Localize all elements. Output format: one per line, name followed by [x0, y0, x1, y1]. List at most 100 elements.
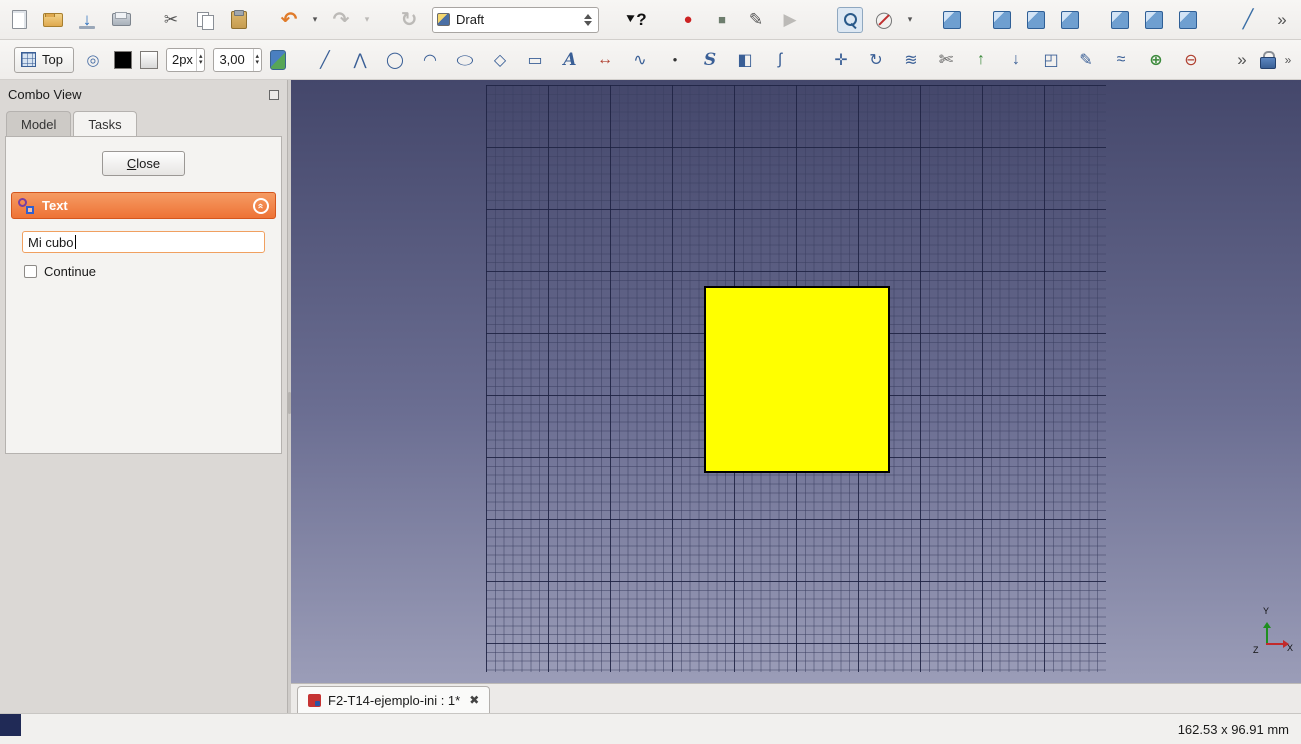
- draft-downgrade-icon[interactable]: ↓: [1003, 47, 1029, 73]
- lock-toolbar-icon[interactable]: [1255, 47, 1281, 73]
- line-width-spinbox[interactable]: 2px ▴ ▾: [165, 47, 206, 72]
- draft-circle-icon[interactable]: ◯: [382, 47, 408, 73]
- tab-tasks[interactable]: Tasks: [73, 111, 137, 136]
- collapse-icon[interactable]: «: [253, 197, 269, 214]
- view-axonometric-icon[interactable]: [939, 7, 965, 33]
- draft-bspline-icon[interactable]: ∿: [627, 47, 653, 73]
- draft-upgrade-icon[interactable]: ↑: [968, 47, 994, 73]
- draft-line-icon[interactable]: ╱: [312, 47, 338, 73]
- panel-header: Combo View: [0, 80, 287, 106]
- cut-icon[interactable]: ✂: [158, 7, 184, 33]
- draft-rectangle-icon[interactable]: ▭: [522, 47, 548, 73]
- close-button[interactable]: Close: [101, 151, 186, 176]
- text-task-header[interactable]: Text «: [11, 192, 276, 219]
- view-top-icon[interactable]: [1023, 7, 1049, 33]
- text-input[interactable]: Mi cubo: [22, 231, 265, 253]
- view-right-icon[interactable]: [1057, 7, 1083, 33]
- dock-float-icon[interactable]: [269, 89, 279, 100]
- draft-workbench-icon: [437, 13, 450, 26]
- spin-up-icon: [584, 13, 592, 19]
- axis-x-arrow-icon: [1266, 640, 1289, 648]
- workbench-selected-label: Draft: [456, 12, 485, 27]
- draft-dimension-icon[interactable]: ↔: [592, 47, 618, 73]
- paste-icon[interactable]: [226, 7, 252, 33]
- axis-x-label: X: [1286, 643, 1293, 653]
- apply-style-icon[interactable]: [270, 49, 286, 70]
- measure-icon[interactable]: ╱: [1235, 7, 1261, 33]
- new-file-icon[interactable]: [6, 7, 32, 33]
- macro-edit-icon[interactable]: ✎: [743, 7, 769, 33]
- draft-remove-point-icon[interactable]: ⊖: [1178, 47, 1204, 73]
- text-task-panel: Text « Mi cubo Continue: [11, 192, 276, 279]
- combo-spinner-icon[interactable]: [584, 13, 594, 26]
- draft-wire-join-icon[interactable]: ≈: [1108, 47, 1134, 73]
- axis-y-label: Y: [1263, 606, 1270, 616]
- draw-style-icon[interactable]: ◯: [871, 7, 897, 33]
- draft-edit-icon[interactable]: ✎: [1073, 47, 1099, 73]
- draft-tools-list: ╱ ⋀ ◯ ◠ ◯ ◇ ▭ A ↔ ∿ ● S ◧ ʃ ✛ ↻ ≋ ✄ ↑ ↓ …: [312, 47, 1255, 73]
- save-icon[interactable]: ↓: [74, 7, 100, 33]
- tab-model[interactable]: Model: [6, 111, 72, 136]
- view-front-icon[interactable]: [989, 7, 1015, 33]
- whats-this-icon[interactable]: ?: [625, 7, 651, 33]
- draft-point-icon[interactable]: ●: [662, 47, 688, 73]
- cube-top-face[interactable]: [704, 286, 890, 473]
- toolbar-extension-icon[interactable]: »: [1269, 7, 1295, 33]
- freecad-window: ↓ ✂ ↶ ▾ ↷ ▾ ↻ Draft ? ● ■ ✎ ▶ ◯ ▾ ╱ » To…: [0, 0, 1301, 744]
- 3d-viewport[interactable]: Y X Z: [291, 80, 1301, 683]
- spinner-arrows-icon[interactable]: ▴ ▾: [252, 48, 262, 71]
- draw-style-dropdown-icon[interactable]: ▾: [905, 7, 915, 33]
- draft-polygon-icon[interactable]: ◇: [487, 47, 513, 73]
- draft-offset-icon[interactable]: ≋: [898, 47, 924, 73]
- draft-polyline-icon[interactable]: ⋀: [347, 47, 373, 73]
- text-input-value: Mi cubo: [28, 234, 74, 250]
- redo-dropdown-icon[interactable]: ▾: [362, 7, 372, 33]
- workbench-selector[interactable]: Draft: [432, 6, 599, 33]
- draft-add-point-icon[interactable]: ⊕: [1143, 47, 1169, 73]
- draft-text-icon[interactable]: A: [557, 47, 583, 73]
- draft-rotate-icon[interactable]: ↻: [863, 47, 889, 73]
- toolbar2-extension-icon[interactable]: »: [1281, 47, 1295, 73]
- working-plane-button[interactable]: Top: [14, 46, 74, 73]
- tab-close-icon[interactable]: ✖: [469, 693, 479, 707]
- draft-scale-icon[interactable]: ◰: [1038, 47, 1064, 73]
- spin-down-icon: ▾: [198, 58, 203, 66]
- view-left-icon[interactable]: [1175, 7, 1201, 33]
- document-tab[interactable]: F2-T14-ejemplo-ini : 1* ✖: [297, 686, 491, 713]
- macro-stop-icon[interactable]: ■: [709, 7, 735, 33]
- refresh-icon[interactable]: ↻: [396, 7, 422, 33]
- document-tabbar: F2-T14-ejemplo-ini : 1* ✖: [291, 683, 1301, 713]
- view-bottom-icon[interactable]: [1141, 7, 1167, 33]
- draft-move-icon[interactable]: ✛: [828, 47, 854, 73]
- line-width-value: 2px: [171, 52, 193, 67]
- copy-icon[interactable]: [192, 7, 218, 33]
- draft-facebinder-icon[interactable]: ◧: [732, 47, 758, 73]
- macro-record-icon[interactable]: ●: [675, 7, 701, 33]
- draft-shapestring-icon[interactable]: S: [697, 47, 723, 73]
- draft-tray-plane-icon[interactable]: ◎: [80, 47, 106, 73]
- draft-arc-icon[interactable]: ◠: [417, 47, 443, 73]
- spin-down-icon: [584, 20, 592, 26]
- print-icon[interactable]: [108, 7, 134, 33]
- redo-icon[interactable]: ↷: [328, 7, 354, 33]
- zoom-icon[interactable]: [837, 6, 863, 33]
- combo-view-tabbar: Model Tasks: [0, 106, 287, 136]
- continue-checkbox[interactable]: [24, 265, 37, 278]
- main-area: Combo View Model Tasks Close Text « Mi c…: [0, 80, 1301, 713]
- toolbar2-more-icon[interactable]: »: [1229, 47, 1255, 73]
- view-rear-icon[interactable]: [1107, 7, 1133, 33]
- open-folder-icon[interactable]: [40, 7, 66, 33]
- undo-icon[interactable]: ↶: [276, 7, 302, 33]
- task-title: Text: [42, 198, 68, 213]
- draft-trim-icon[interactable]: ✄: [933, 47, 959, 73]
- undo-dropdown-icon[interactable]: ▾: [310, 7, 320, 33]
- draft-bezier-icon[interactable]: ʃ: [767, 47, 793, 73]
- face-color-swatch[interactable]: [139, 50, 158, 69]
- continue-checkbox-row[interactable]: Continue: [24, 264, 276, 279]
- draft-ellipse-icon[interactable]: ◯: [452, 51, 478, 67]
- spinner-arrows-icon[interactable]: ▴ ▾: [195, 48, 205, 71]
- line-color-swatch[interactable]: [113, 50, 132, 69]
- toolbar-draft: Top ◎ 2px ▴ ▾ 3,00 ▴ ▾ ╱ ⋀ ◯ ◠ ◯ ◇ ▭ A ↔…: [0, 40, 1301, 80]
- text-size-spinbox[interactable]: 3,00 ▴ ▾: [213, 47, 263, 72]
- macro-play-icon[interactable]: ▶: [777, 7, 803, 33]
